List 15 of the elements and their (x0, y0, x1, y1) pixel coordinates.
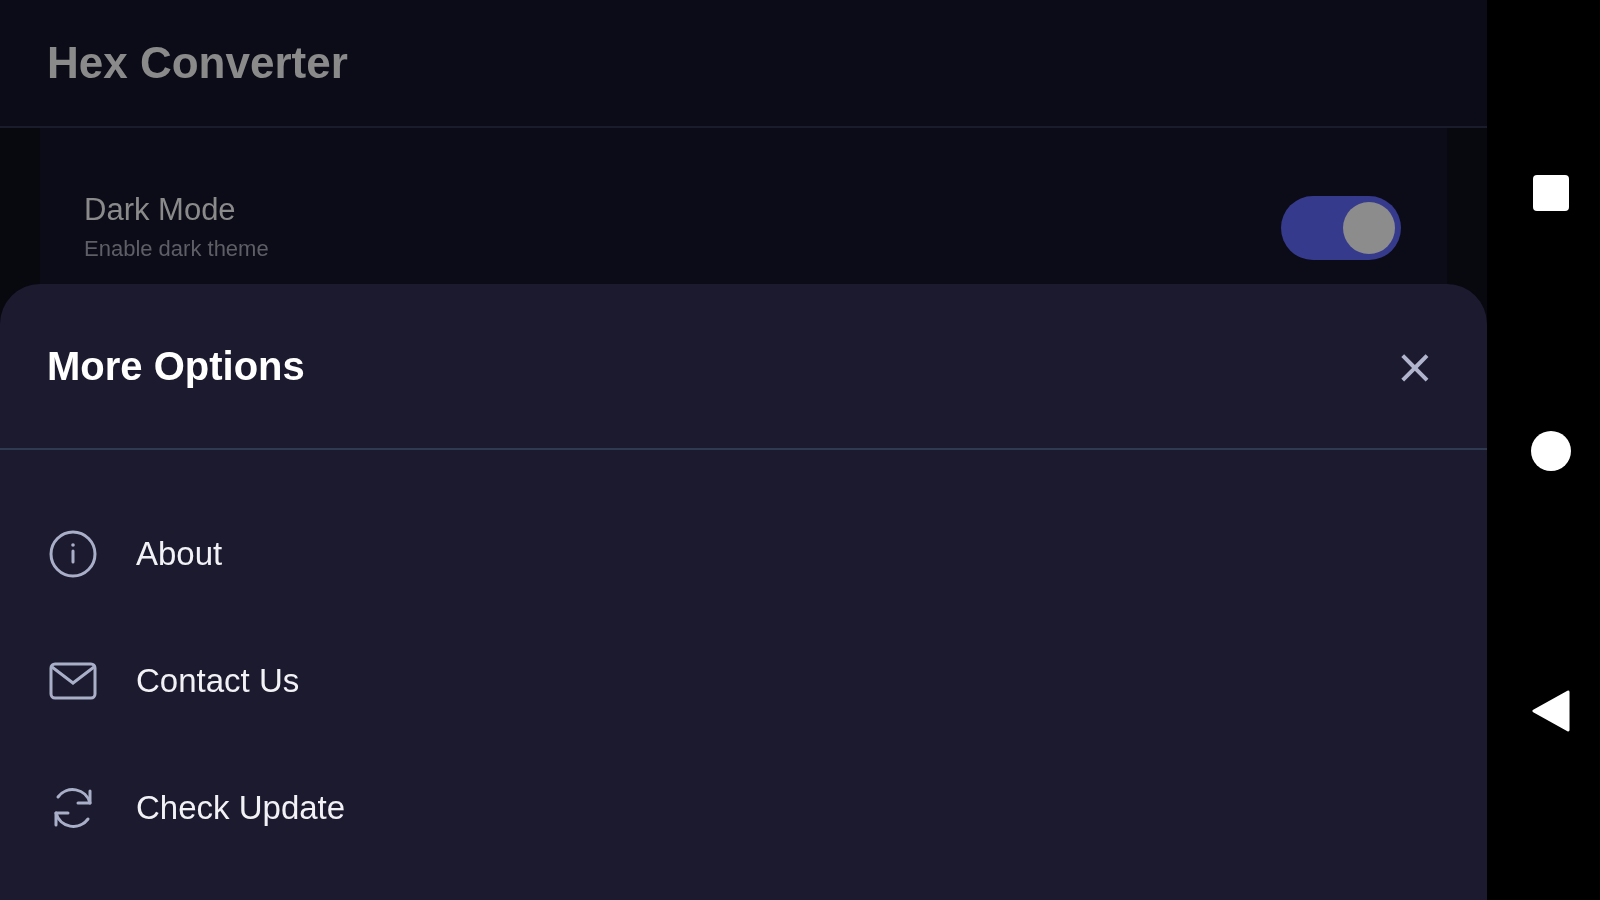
setting-label: Dark Mode (84, 192, 237, 228)
back-icon[interactable] (1531, 690, 1570, 732)
recents-icon[interactable] (1532, 175, 1569, 211)
menu-item-label: Check Update (136, 788, 346, 827)
menu-item[interactable]: About (0, 490, 1487, 617)
setting-description: Enable dark theme (84, 236, 269, 262)
home-icon[interactable] (1530, 430, 1571, 471)
close-button[interactable]: × (1388, 342, 1441, 390)
app-title: Hex Converter (47, 38, 348, 88)
info-icon (48, 528, 98, 579)
menu-item-label: Contact Us (136, 661, 300, 700)
sheet-title: More Options (47, 343, 305, 389)
menu-item[interactable]: Check Update (0, 744, 1487, 871)
menu-item-label: About (136, 534, 223, 573)
menu-item[interactable]: Contact Us (0, 617, 1487, 744)
